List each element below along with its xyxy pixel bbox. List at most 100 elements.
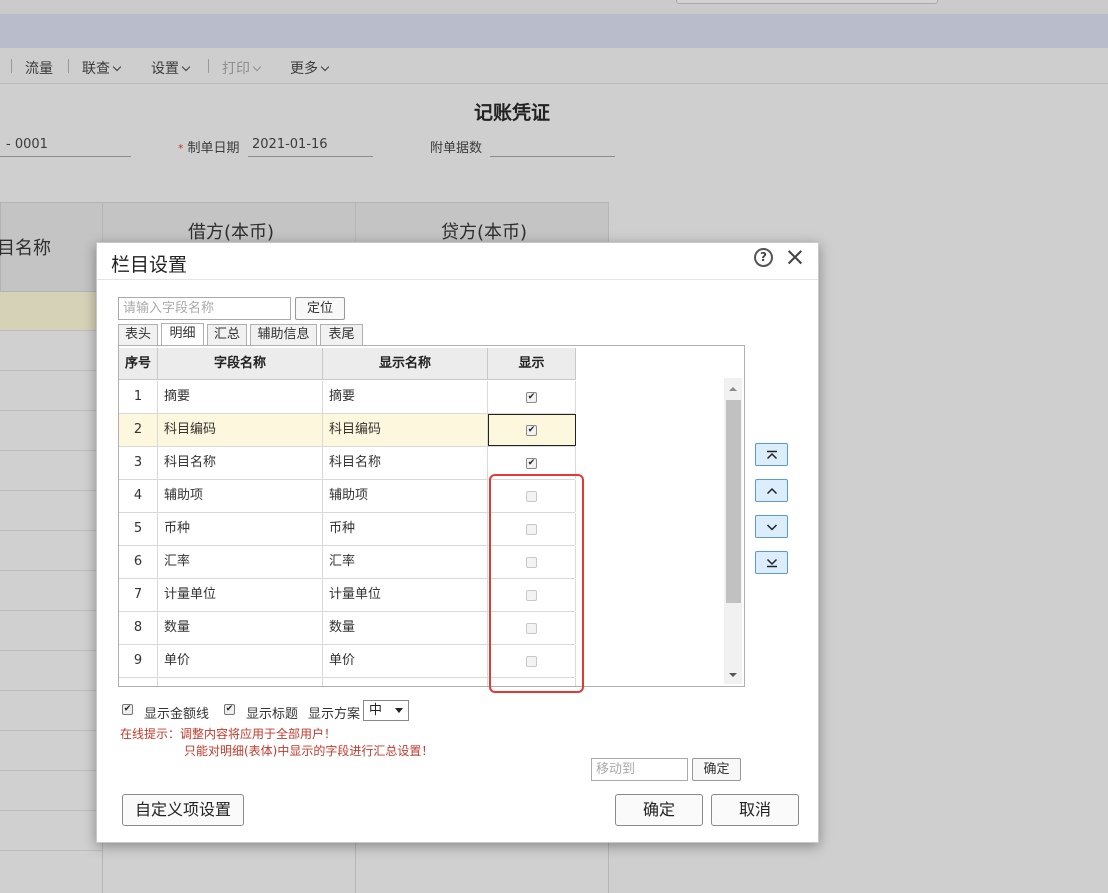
row-display-name[interactable]: 币种 (323, 513, 488, 545)
attachments-label: 附单据数 (430, 141, 483, 156)
row-field-name (158, 678, 323, 686)
toolbar-link-query-label: 联查 (82, 61, 110, 77)
row-index: 2 (119, 414, 158, 446)
row-index: 1 (119, 381, 158, 413)
row-field-name: 科目名称 (158, 447, 323, 479)
chevron-down-icon (766, 523, 777, 531)
show-checkbox[interactable]: ✔ (526, 457, 537, 469)
toolbar-print[interactable]: 打印 (222, 58, 262, 78)
display-scheme-value: 中 (369, 703, 383, 718)
toolbar-separator (11, 59, 12, 73)
show-title-checkbox[interactable]: ✔ (224, 704, 235, 715)
move-top-icon (766, 450, 777, 459)
row-display-name[interactable] (323, 678, 488, 686)
row-index: 6 (119, 546, 158, 578)
row-index: 5 (119, 513, 158, 545)
row-display-name[interactable]: 摘要 (323, 381, 488, 413)
row-field-name: 辅助项 (158, 480, 323, 512)
move-to-bottom-button[interactable] (755, 551, 788, 574)
cancel-button[interactable]: 取消 (711, 794, 799, 826)
tab-footer[interactable]: 表尾 (320, 324, 363, 345)
row-field-name: 汇率 (158, 546, 323, 578)
move-to-input[interactable] (591, 758, 688, 781)
scroll-up-arrow-icon[interactable] (729, 387, 737, 391)
move-to-top-button[interactable] (755, 443, 788, 466)
show-checkbox[interactable]: ✔ (526, 391, 537, 403)
grid-header-credit-label: 贷方(本币) (441, 222, 528, 243)
field-underline[interactable] (490, 156, 615, 157)
grid-row-line (0, 730, 102, 731)
date-value[interactable]: 2021-01-16 (252, 137, 328, 152)
required-mark: * (178, 142, 184, 155)
tab-header[interactable]: 表头 (118, 324, 158, 345)
row-index: 8 (119, 612, 158, 644)
online-tip-line1: 在线提示：调整内容将应用于全部用户！ (120, 727, 337, 741)
grid-row-line (0, 530, 102, 531)
top-search-box[interactable] (676, 0, 938, 4)
field-underline (248, 156, 373, 157)
row-display-name[interactable]: 科目编码 (323, 414, 488, 446)
row-display-name[interactable]: 科目名称 (323, 447, 488, 479)
show-checkbox[interactable]: ✔ (526, 424, 537, 436)
field-search-input[interactable] (118, 297, 291, 320)
row-display-name[interactable]: 单价 (323, 645, 488, 677)
show-amount-lines-checkbox[interactable]: ✔ (122, 704, 133, 715)
ok-button[interactable]: 确定 (615, 794, 703, 826)
move-down-button[interactable] (755, 515, 788, 538)
toolbar: 流量 联查 设置 打印 更多 (0, 48, 1108, 84)
dropdown-arrow-icon (395, 708, 403, 713)
help-icon[interactable]: ? (754, 248, 773, 267)
row-field-name: 计量单位 (158, 579, 323, 611)
grid-row-line (0, 410, 102, 411)
display-scheme-select[interactable]: 中 (363, 700, 409, 721)
tab-aux-info[interactable]: 辅助信息 (250, 324, 317, 345)
column-settings-dialog: 栏目设置 ? × 定位 表头 明细 汇总 辅助信息 表尾 序号 字段名称 显示名… (96, 242, 819, 843)
row-display-name[interactable]: 辅助项 (323, 480, 488, 512)
row-display-name[interactable]: 汇率 (323, 546, 488, 578)
toolbar-separator (68, 59, 69, 73)
table-scrollbar[interactable] (724, 378, 742, 684)
row-shown-cell: ✔ (488, 381, 576, 413)
row-display-name[interactable]: 计量单位 (323, 579, 488, 611)
chevron-down-icon (181, 62, 191, 72)
grid-row-line (0, 370, 102, 371)
col-header-display: 显示名称 (323, 348, 488, 380)
date-label-text: 制单日期 (187, 141, 240, 156)
toolbar-link-query[interactable]: 联查 (82, 58, 122, 78)
locate-button[interactable]: 定位 (295, 297, 345, 320)
toolbar-flow[interactable]: 流量 (25, 58, 53, 78)
row-field-name: 科目编码 (158, 414, 323, 446)
chevron-down-icon (320, 62, 330, 72)
grid-row-line (0, 690, 102, 691)
voucher-title: 记账凭证 (474, 102, 551, 124)
voucher-number[interactable]: - 0001 (6, 137, 48, 152)
display-scheme-label: 显示方案 (308, 707, 361, 722)
close-icon[interactable]: × (783, 244, 807, 270)
table-row[interactable]: 2 科目编码 科目编码 ✔ (119, 414, 576, 447)
toolbar-settings[interactable]: 设置 (151, 58, 191, 78)
field-table: 序号 字段名称 显示名称 显示 1 摘要 摘要 ✔ 2 科目编码 科目编码 ✔ … (118, 345, 745, 687)
grid-row-line (0, 810, 102, 811)
tab-summary[interactable]: 汇总 (207, 324, 247, 345)
scroll-thumb[interactable] (726, 400, 741, 603)
date-label: * 制单日期 (178, 137, 240, 156)
grid-selected-row (0, 292, 102, 330)
toolbar-more[interactable]: 更多 (290, 58, 330, 78)
row-index: 3 (119, 447, 158, 479)
annotation-highlight-box (489, 474, 584, 693)
toolbar-print-label: 打印 (222, 61, 250, 77)
top-bar (0, 0, 1108, 14)
row-field-name: 数量 (158, 612, 323, 644)
table-row[interactable]: 1 摘要 摘要 ✔ (119, 381, 576, 414)
scroll-down-arrow-icon[interactable] (729, 673, 737, 677)
row-field-name: 摘要 (158, 381, 323, 413)
row-display-name[interactable]: 数量 (323, 612, 488, 644)
row-index: 9 (119, 645, 158, 677)
move-confirm-button[interactable]: 确定 (692, 758, 741, 781)
move-up-button[interactable] (755, 479, 788, 502)
tab-detail[interactable]: 明细 (161, 323, 204, 346)
col-header-shown: 显示 (488, 348, 576, 380)
toolbar-separator (208, 59, 209, 73)
custom-items-button[interactable]: 自定义项设置 (122, 794, 244, 826)
dialog-title: 栏目设置 (111, 254, 188, 276)
